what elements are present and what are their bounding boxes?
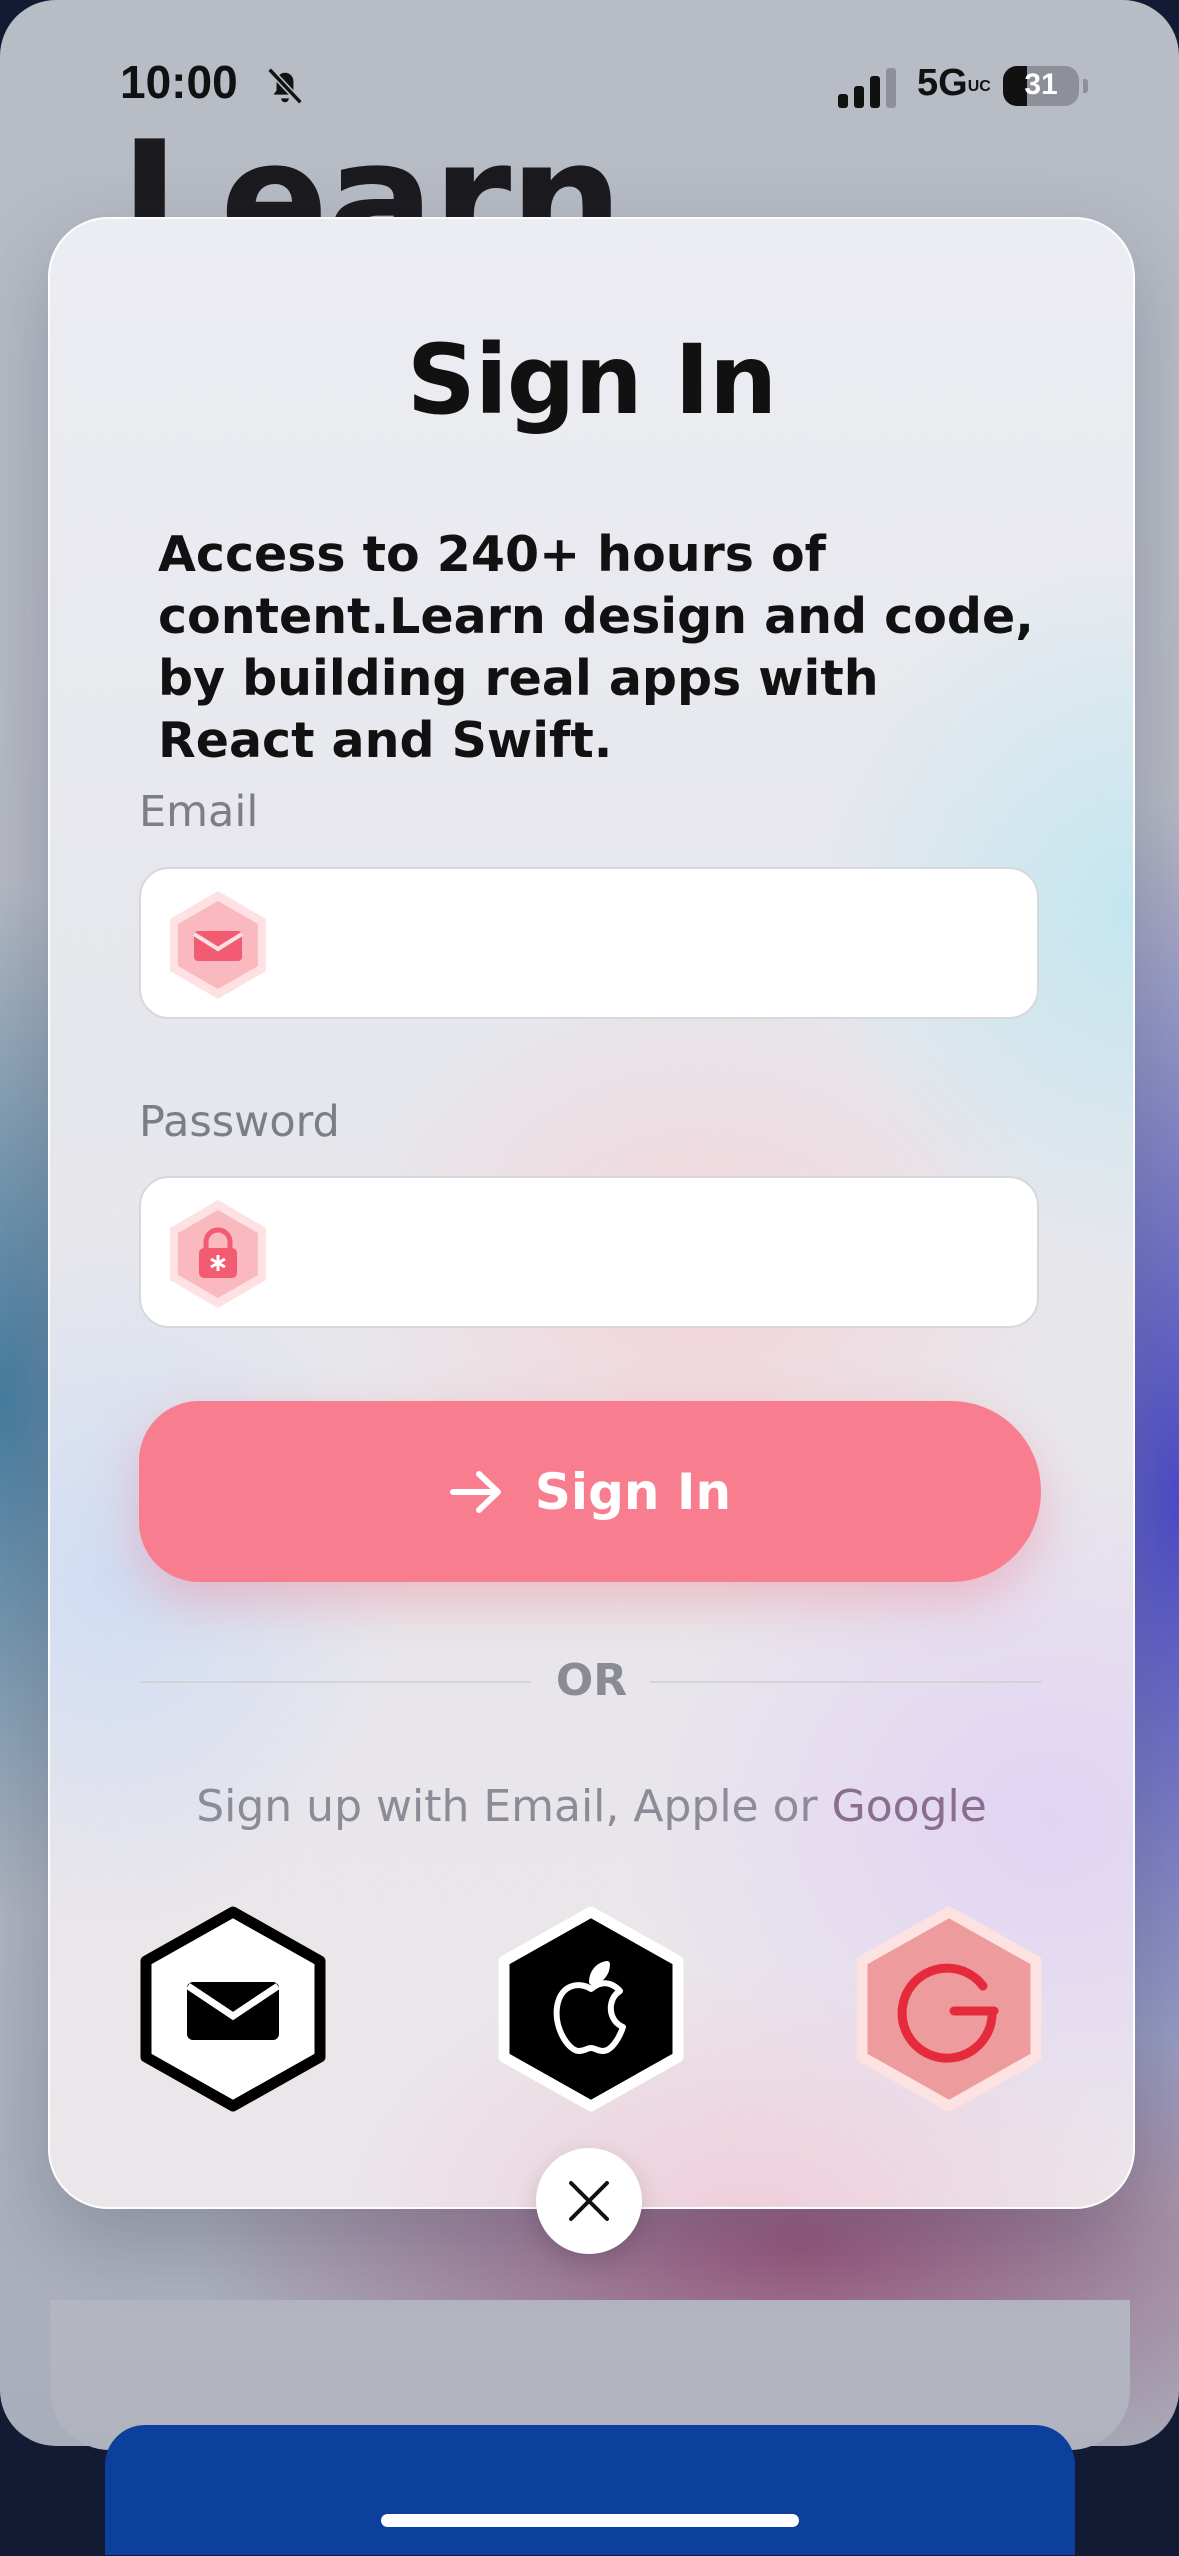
or-separator: OR [555,1655,628,1706]
sign-in-button-label: Sign In [534,1462,732,1521]
lock-icon [170,1200,266,1308]
close-button[interactable] [536,2148,642,2254]
home-indicator[interactable] [381,2514,799,2527]
email-input[interactable] [301,899,1005,991]
signup-google-button[interactable] [854,1904,1044,2114]
mail-icon [170,891,266,999]
signup-text: Sign up with Email, Apple or Google [50,1781,1133,1832]
arrow-right-icon [449,1470,501,1513]
sign-in-modal: Sign In Access to 240+ hours of content.… [48,217,1135,2209]
battery-icon: 31 [1003,66,1079,106]
status-time: 10:00 [120,56,238,108]
network-label: 5GUC [917,62,991,104]
signup-google: Google [831,1781,987,1832]
modal-title: Sign In [406,324,778,436]
close-icon [569,2181,609,2221]
battery-level: 31 [1024,68,1058,101]
modal-description: Access to 240+ hours of content.Learn de… [158,526,1034,769]
password-label: Password [139,1097,340,1147]
signal-icon [838,68,896,108]
password-field-container[interactable] [139,1176,1039,1328]
signup-apple-button[interactable] [496,1904,686,2114]
bell-slash-icon [267,67,303,105]
email-field-container[interactable] [139,867,1039,1019]
signup-email-button[interactable] [138,1904,328,2114]
signup-prefix: Sign up with Email, Apple or [196,1781,832,1832]
mail-icon [186,1982,280,2040]
screen: Learn 10:00 5GUC 31 Sign In Access to 24… [0,0,1179,2556]
sign-in-button[interactable]: Sign In [139,1401,1041,1582]
password-input[interactable] [301,1208,1005,1300]
email-label: Email [139,787,259,837]
battery-cap [1083,79,1088,93]
background-tab-bar [105,2425,1075,2555]
